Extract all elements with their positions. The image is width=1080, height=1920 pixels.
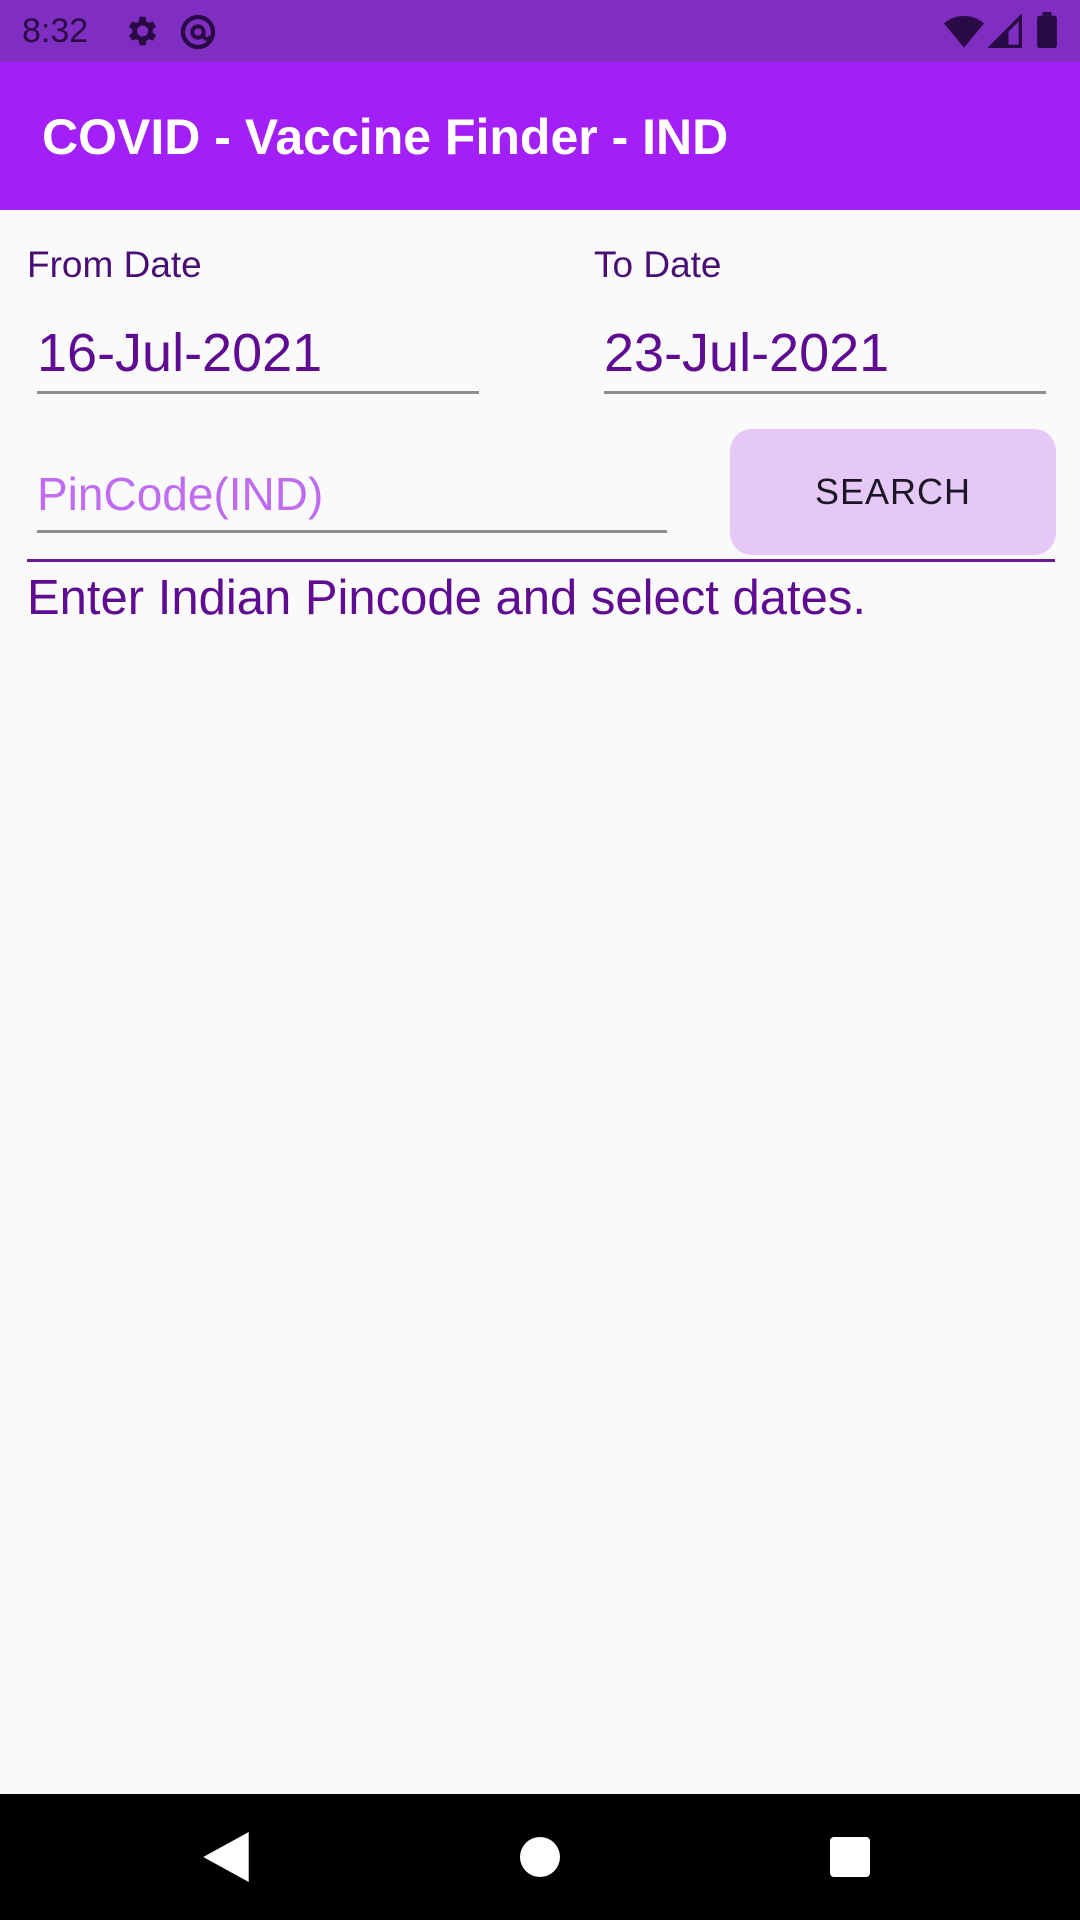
gear-icon — [122, 12, 160, 55]
divider — [27, 559, 1055, 562]
from-date-field[interactable]: 16-Jul-2021 — [37, 320, 479, 394]
to-date-value: 23-Jul-2021 — [604, 323, 890, 383]
at-sign-icon — [178, 12, 218, 57]
navigation-bar — [0, 1794, 1080, 1920]
to-date-field[interactable]: 23-Jul-2021 — [604, 320, 1046, 394]
pincode-placeholder: PinCode(IND) — [37, 468, 324, 520]
to-date-label: To Date — [594, 244, 722, 285]
main-content: From Date 16-Jul-2021 To Date 23-Jul-202… — [0, 210, 1080, 1794]
app-title: COVID - Vaccine Finder - IND — [42, 109, 729, 165]
back-icon[interactable] — [166, 1794, 286, 1920]
status-time: 8:32 — [22, 12, 89, 50]
wifi-icon — [944, 14, 984, 53]
status-message: Enter Indian Pincode and select dates. — [27, 571, 867, 625]
from-date-label: From Date — [27, 244, 202, 285]
home-icon[interactable] — [480, 1794, 600, 1920]
status-bar: 8:32 — [0, 0, 1080, 62]
recents-icon[interactable] — [790, 1794, 910, 1920]
pincode-input[interactable]: PinCode(IND) — [37, 459, 667, 533]
signal-icon — [987, 13, 1022, 53]
app-bar: COVID - Vaccine Finder - IND — [0, 62, 1080, 210]
from-date-value: 16-Jul-2021 — [37, 323, 323, 383]
search-button[interactable]: SEARCH — [730, 429, 1056, 555]
battery-icon — [1036, 12, 1058, 53]
